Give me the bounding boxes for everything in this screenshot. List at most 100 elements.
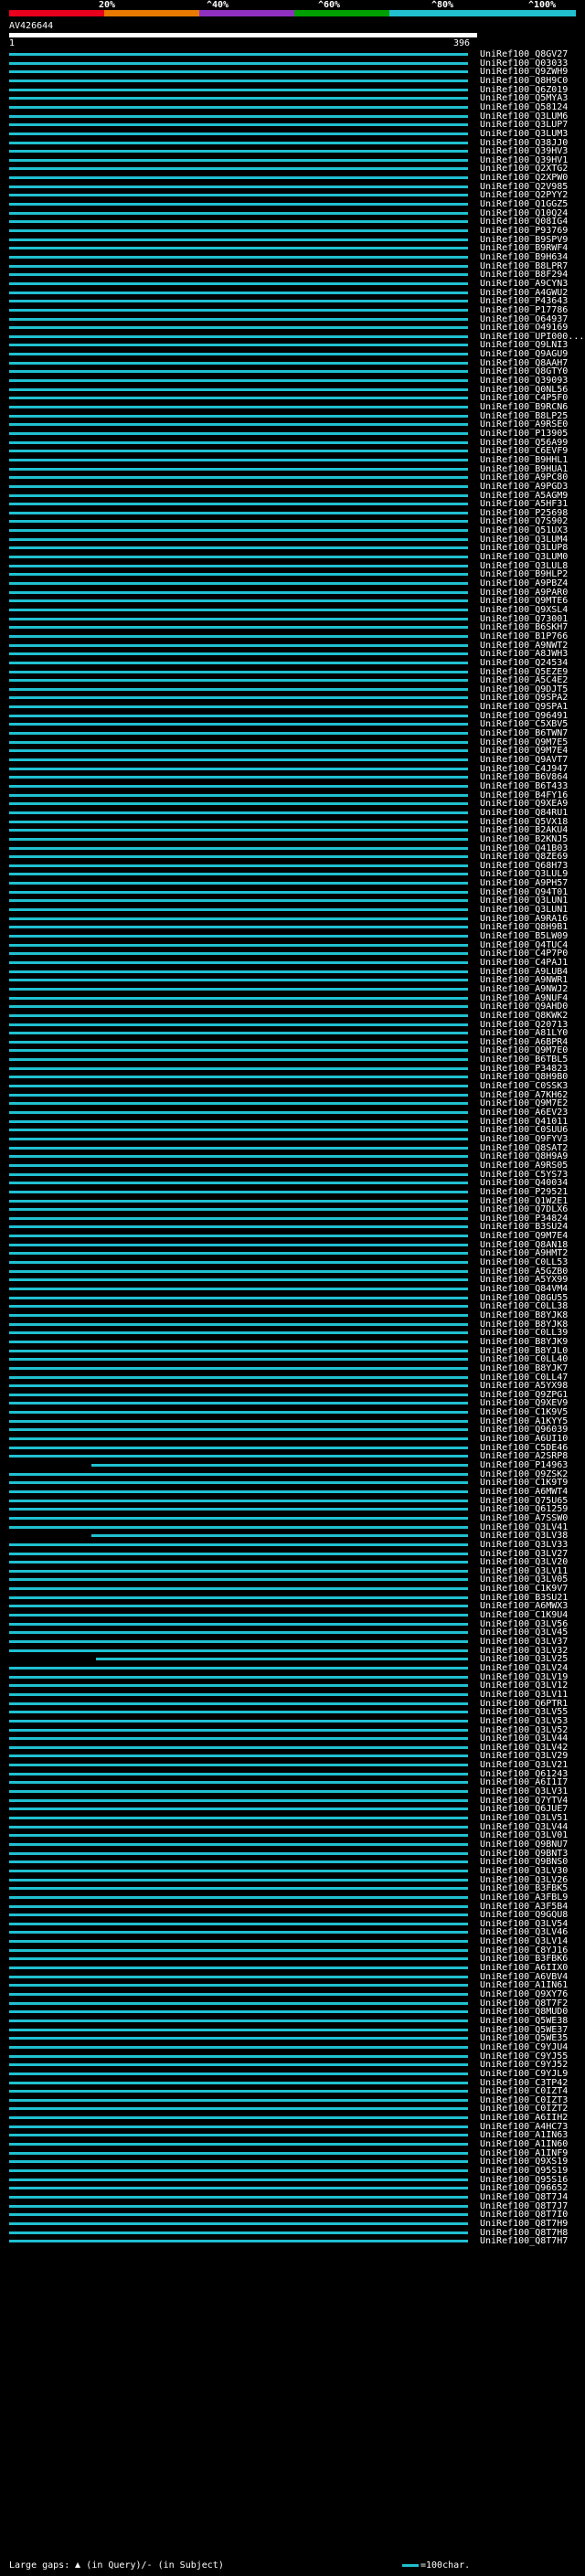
hit-bar[interactable] (9, 837, 468, 841)
hit-bar[interactable] (9, 1842, 468, 1846)
hit-bar[interactable] (9, 590, 468, 594)
hit-bar[interactable] (9, 2204, 468, 2208)
hit-bar[interactable] (9, 123, 468, 127)
hit-bar[interactable] (9, 520, 468, 524)
hit-bar[interactable] (9, 1252, 468, 1256)
hit-bar[interactable] (9, 1869, 468, 1872)
hit-bar[interactable] (9, 573, 468, 577)
hit-bar[interactable] (9, 979, 468, 982)
hit-bar[interactable] (9, 2221, 468, 2225)
hit-bar[interactable] (9, 397, 468, 400)
hit-bar[interactable] (9, 537, 468, 541)
hit-bar[interactable] (9, 1675, 468, 1679)
hit-bar[interactable] (9, 1542, 468, 1546)
hit-bar[interactable] (9, 1093, 468, 1097)
hit-bar[interactable] (9, 79, 468, 82)
hit-bar[interactable] (9, 2090, 468, 2094)
hit-bar[interactable] (9, 2231, 468, 2234)
hit-bar[interactable] (9, 917, 468, 920)
hit-bar[interactable] (9, 1754, 468, 1758)
hit-bar[interactable] (9, 484, 468, 488)
hit-bar[interactable] (9, 864, 468, 867)
hit-bar[interactable] (9, 1728, 468, 1732)
hit-bar[interactable] (9, 617, 468, 620)
hit-bar[interactable] (9, 1005, 468, 1009)
hit-bar[interactable] (9, 1278, 468, 1282)
hit-bar[interactable] (9, 776, 468, 779)
hit-bar[interactable] (9, 1190, 468, 1193)
hit-bar[interactable] (9, 2037, 468, 2041)
hit-bar[interactable] (9, 264, 468, 268)
hit-bar[interactable] (9, 308, 468, 312)
hit-bar[interactable] (9, 203, 468, 207)
hit-bar[interactable] (9, 1737, 468, 1741)
hit-bar[interactable] (9, 705, 468, 709)
hit-bar[interactable] (9, 1235, 468, 1238)
hit-bar[interactable] (9, 1684, 468, 1688)
hit-bar[interactable] (9, 2001, 468, 2005)
hit-bar[interactable] (9, 1499, 468, 1502)
hit-bar[interactable] (9, 2107, 468, 2111)
hit-bar[interactable] (9, 1489, 468, 1493)
hit-bar[interactable] (9, 758, 468, 761)
hit-bar[interactable] (9, 1878, 468, 1882)
hit-bar[interactable] (9, 2125, 468, 2128)
hit-bar[interactable] (9, 2098, 468, 2102)
hit-bar[interactable] (9, 1013, 468, 1017)
hit-bar[interactable] (9, 855, 468, 859)
hit-bar[interactable] (9, 829, 468, 832)
hit-bar[interactable] (9, 353, 468, 356)
hit-bar[interactable] (9, 1288, 468, 1290)
hit-bar[interactable] (9, 300, 468, 303)
hit-bar[interactable] (9, 1225, 468, 1229)
hit-bar[interactable] (9, 1798, 468, 1802)
hit-bar[interactable] (9, 1085, 468, 1088)
hit-bar[interactable] (9, 2010, 468, 2014)
hit-bar[interactable] (9, 890, 468, 894)
hit-bar[interactable] (9, 652, 468, 656)
hit-bar[interactable] (9, 1411, 468, 1415)
hit-bar[interactable] (9, 1966, 468, 1970)
hit-bar[interactable] (9, 1516, 468, 1520)
hit-bar[interactable] (9, 61, 468, 65)
hit-bar[interactable] (9, 2072, 468, 2075)
hit-bar[interactable] (9, 1049, 468, 1053)
hit-bar[interactable] (9, 1895, 468, 1899)
hit-bar[interactable] (9, 334, 468, 338)
hit-bar[interactable] (9, 882, 468, 885)
hit-bar[interactable] (9, 1587, 468, 1591)
hit-bar[interactable] (9, 546, 468, 550)
hit-bar[interactable] (9, 1437, 468, 1441)
hit-bar[interactable] (9, 2134, 468, 2137)
hit-bar[interactable] (9, 511, 468, 514)
hit-bar[interactable] (9, 749, 468, 753)
hit-bar[interactable] (9, 1922, 468, 1925)
hit-bar[interactable] (9, 493, 468, 497)
hit-bar[interactable] (9, 220, 468, 224)
hit-bar[interactable] (9, 1172, 468, 1176)
hit-bar[interactable] (9, 1208, 468, 1212)
hit-bar[interactable] (9, 687, 468, 691)
hit-bar[interactable] (9, 97, 468, 101)
hit-bar[interactable] (9, 2160, 468, 2164)
hit-bar[interactable] (9, 873, 468, 876)
hit-bar[interactable] (9, 211, 468, 215)
hit-bar[interactable] (9, 317, 468, 321)
hit-bar[interactable] (9, 1807, 468, 1811)
hit-label[interactable]: UniRef100_Q8T7H7 (480, 2237, 568, 2246)
hit-bar[interactable] (9, 1040, 468, 1044)
hit-bar[interactable] (9, 1119, 468, 1123)
hit-bar[interactable] (9, 1129, 468, 1132)
hit-bar[interactable] (9, 132, 468, 135)
hit-bar[interactable] (9, 1790, 468, 1794)
hit-bar[interactable] (9, 732, 468, 736)
hit-bar[interactable] (9, 281, 468, 285)
hit-bar[interactable] (9, 952, 468, 956)
hit-bar[interactable] (9, 1993, 468, 1996)
hit-bar[interactable] (9, 361, 468, 365)
hit-bar[interactable] (9, 150, 468, 154)
hit-bar[interactable] (9, 1711, 468, 1714)
hit-bar[interactable] (9, 643, 468, 647)
hit-bar[interactable] (9, 899, 468, 903)
hit-bar[interactable] (9, 1296, 468, 1299)
